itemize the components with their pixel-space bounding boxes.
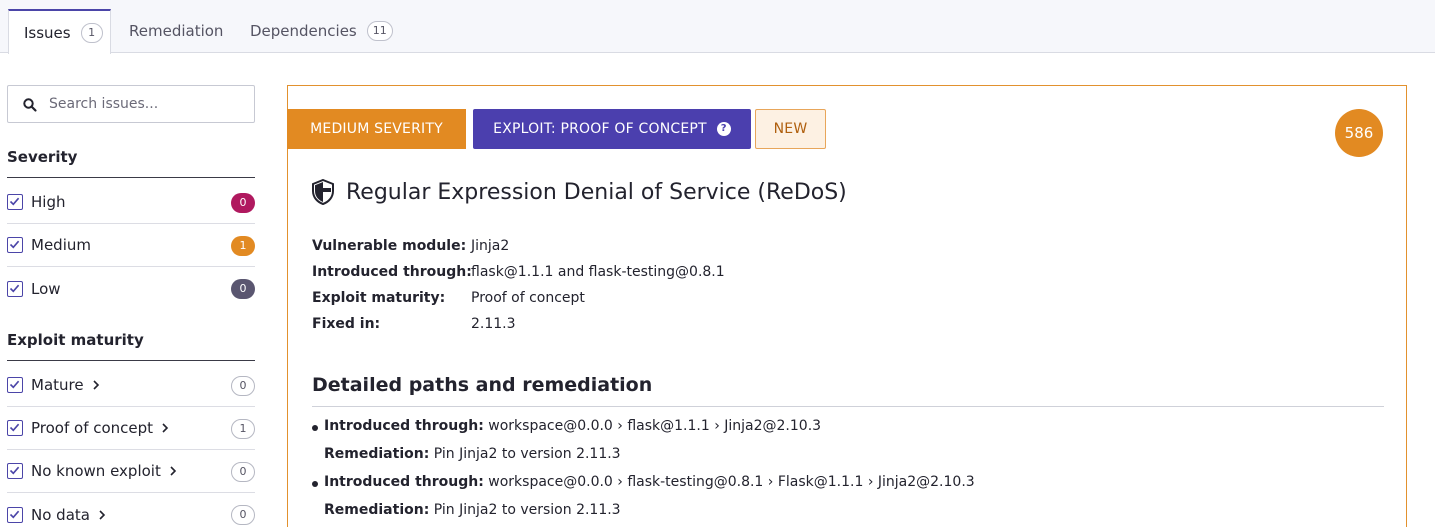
new-badge: NEW [755, 109, 826, 149]
severity-badge: MEDIUM SEVERITY [287, 109, 466, 149]
remediation-key: Remediation: [324, 446, 430, 462]
checkbox-checked-icon[interactable] [7, 463, 23, 479]
filter-label: Proof of concept [31, 419, 154, 437]
bullet [312, 425, 318, 431]
chevron-right-icon[interactable] [169, 465, 177, 477]
checkbox-checked-icon[interactable] [7, 194, 23, 210]
checkbox-checked-icon[interactable] [7, 420, 23, 436]
detail-value: flask@1.1.1 and flask-testing@0.8.1 [471, 264, 725, 280]
filter-label: Mature [31, 376, 84, 394]
filter-label: Low [31, 279, 61, 298]
count-badge: 0 [231, 462, 255, 482]
search-box [7, 85, 255, 123]
tab-label: Dependencies [250, 22, 357, 40]
path-value: workspace@0.0.0 › flask-testing@0.8.1 › … [488, 474, 975, 490]
path-key: Introduced through: [324, 418, 484, 434]
filter-severity-high[interactable]: High 0 [7, 181, 255, 224]
tab-count-badge: 1 [80, 22, 103, 43]
exploit-maturity-filter-title: Exploit maturity [7, 331, 144, 349]
tab-bar: Issues 1 Remediation Dependencies 11 [0, 0, 1435, 54]
priority-score-badge: 586 [1335, 109, 1383, 157]
search-icon [23, 98, 37, 112]
checkbox-checked-icon[interactable] [7, 280, 23, 297]
exploit-maturity-badge: EXPLOIT: PROOF OF CONCEPT ? [473, 109, 751, 149]
bullet [312, 481, 318, 487]
filter-exploit-no-data[interactable]: No data 0 [7, 493, 255, 527]
divider [7, 177, 255, 178]
detail-key: Introduced through: [312, 264, 472, 280]
help-icon[interactable]: ? [716, 122, 731, 136]
tab-count-badge: 11 [366, 21, 393, 41]
issue-title: Regular Expression Denial of Service (Re… [346, 179, 847, 205]
filter-label: Medium [31, 236, 91, 254]
filter-severity-low[interactable]: Low 0 [7, 267, 255, 310]
filter-exploit-proof-of-concept[interactable]: Proof of concept 1 [7, 407, 255, 450]
detail-value: Jinja2 [471, 238, 510, 254]
filter-label: No known exploit [31, 462, 161, 480]
paths-section-title: Detailed paths and remediation [312, 374, 653, 396]
detail-value: 2.11.3 [471, 316, 516, 332]
checkbox-checked-icon[interactable] [7, 506, 23, 523]
issue-title-row: Regular Expression Denial of Service (Re… [312, 179, 847, 205]
checkbox-checked-icon[interactable] [7, 237, 23, 253]
remediation-key: Remediation: [324, 502, 430, 518]
count-badge: 1 [231, 419, 255, 439]
count-badge: 0 [231, 279, 255, 299]
count-badge: 0 [231, 505, 255, 525]
chevron-right-icon[interactable] [92, 379, 100, 391]
tab-dependencies[interactable]: Dependencies 11 [232, 9, 393, 53]
count-badge: 0 [231, 376, 255, 396]
shield-icon [312, 179, 334, 205]
remediation-value: Pin Jinja2 to version 2.11.3 [433, 502, 621, 518]
detail-key: Exploit maturity: [312, 290, 446, 306]
detail-key: Vulnerable module: [312, 238, 467, 254]
remediation-value: Pin Jinja2 to version 2.11.3 [433, 446, 621, 462]
tab-label: Remediation [129, 22, 224, 40]
detail-value: Proof of concept [471, 290, 585, 306]
chevron-right-icon[interactable] [161, 422, 169, 434]
issue-card: MEDIUM SEVERITY EXPLOIT: PROOF OF CONCEP… [287, 85, 1407, 527]
tab-label: Issues [24, 23, 71, 42]
checkbox-checked-icon[interactable] [7, 377, 23, 393]
exploit-maturity-label: EXPLOIT: PROOF OF CONCEPT [493, 121, 707, 137]
tab-issues[interactable]: Issues 1 [8, 9, 111, 54]
filter-label: No data [31, 505, 90, 524]
divider [7, 360, 255, 361]
path-value: workspace@0.0.0 › flask@1.1.1 › Jinja2@2… [488, 418, 822, 434]
filter-severity-medium[interactable]: Medium 1 [7, 224, 255, 267]
chevron-right-icon[interactable] [98, 509, 106, 521]
path-key: Introduced through: [324, 474, 484, 490]
search-input[interactable] [49, 94, 249, 114]
filter-exploit-mature[interactable]: Mature 0 [7, 364, 255, 407]
filter-exploit-no-known-exploit[interactable]: No known exploit 0 [7, 450, 255, 493]
tab-remediation[interactable]: Remediation [112, 9, 223, 53]
severity-filter-title: Severity [7, 148, 78, 166]
count-badge: 1 [231, 236, 255, 256]
count-badge: 0 [231, 193, 255, 213]
divider [312, 406, 1384, 407]
detail-key: Fixed in: [312, 316, 381, 332]
filter-label: High [31, 193, 66, 211]
